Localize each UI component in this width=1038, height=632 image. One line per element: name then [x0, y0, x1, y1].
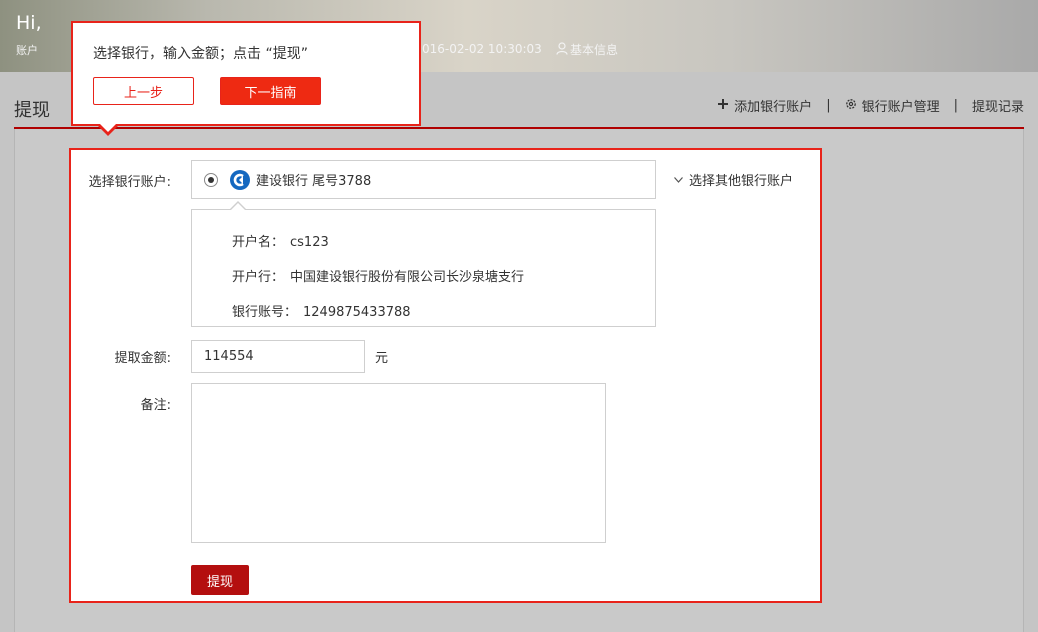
other-bank-account-toggle[interactable]: 选择其他银行账户 [674, 170, 793, 189]
bank-radio[interactable] [204, 172, 218, 187]
bank-branch-key: 开户行： [232, 270, 285, 285]
account-holder-row: 开户名： cs123 [232, 231, 329, 250]
add-bank-account-label: 添加银行账户 [734, 100, 813, 115]
selected-bank-name: 建设银行 尾号3788 [256, 174, 372, 189]
bank-branch-row: 开户行： 中国建设银行股份有限公司长沙泉塘支行 [232, 266, 524, 285]
bank-account-select[interactable]: 建设银行 尾号3788 [191, 160, 656, 199]
greeting: Hi, [16, 12, 42, 34]
account-holder-key: 开户名： [232, 235, 285, 250]
add-bank-account-button[interactable]: 添加银行账户 [717, 96, 812, 115]
currency-unit: 元 [375, 351, 389, 366]
bank-branch-value: 中国建设银行股份有限公司长沙泉塘支行 [290, 270, 525, 285]
guide-next-button[interactable]: 下一指南 [220, 77, 321, 105]
title-actions: 添加银行账户 | 银行账户管理 | 提现记录 [717, 96, 1024, 115]
separator: | [826, 98, 831, 113]
manage-bank-account-button[interactable]: 银行账户管理 [845, 96, 940, 115]
basic-info-label: 基本信息 [570, 43, 619, 57]
withdraw-submit-button[interactable]: 提现 [191, 565, 249, 595]
page-title: 提现 [14, 100, 50, 121]
account-holder-value: cs123 [290, 235, 329, 250]
amount-input[interactable] [191, 340, 365, 373]
remark-label: 备注: [140, 398, 171, 413]
guide-prev-button[interactable]: 上一步 [93, 77, 194, 105]
chevron-down-icon [674, 172, 683, 187]
separator: | [953, 98, 958, 113]
account-number-value: 1249875433788 [303, 305, 411, 320]
withdraw-records-link[interactable]: 提现记录 [972, 96, 1024, 115]
other-bank-account-label: 选择其他银行账户 [689, 174, 794, 189]
guide-popup: 选择银行，输入金额；点击 “提现” 上一步 下一指南 [71, 21, 421, 136]
last-login-time: 016-02-02 10:30:03 [422, 42, 542, 56]
bank-account-detail: 开户名： cs123 开户行： 中国建设银行股份有限公司长沙泉塘支行 银行账号： 12… [191, 201, 656, 327]
basic-info-link[interactable]: 基本信息 [556, 41, 618, 58]
guide-message: 选择银行，输入金额；点击 “提现” [93, 46, 308, 62]
manage-bank-account-label: 银行账户管理 [861, 100, 940, 115]
remark-textarea[interactable] [191, 383, 606, 543]
withdraw-form: 选择银行账户: 建设银行 尾号3788 选择其他银行账户 开户名： cs123 开… [69, 148, 822, 603]
bank-account-label: 选择银行账户: [88, 175, 171, 190]
account-number-key: 银行账号： [232, 305, 298, 320]
amount-label: 提取金额: [114, 351, 171, 366]
gear-icon [845, 98, 857, 114]
user-icon [556, 41, 568, 58]
ccb-bank-icon [230, 169, 250, 190]
account-label[interactable]: 账户 [16, 42, 38, 58]
account-number-row: 银行账号： 1249875433788 [232, 301, 411, 320]
plus-icon [717, 98, 729, 114]
